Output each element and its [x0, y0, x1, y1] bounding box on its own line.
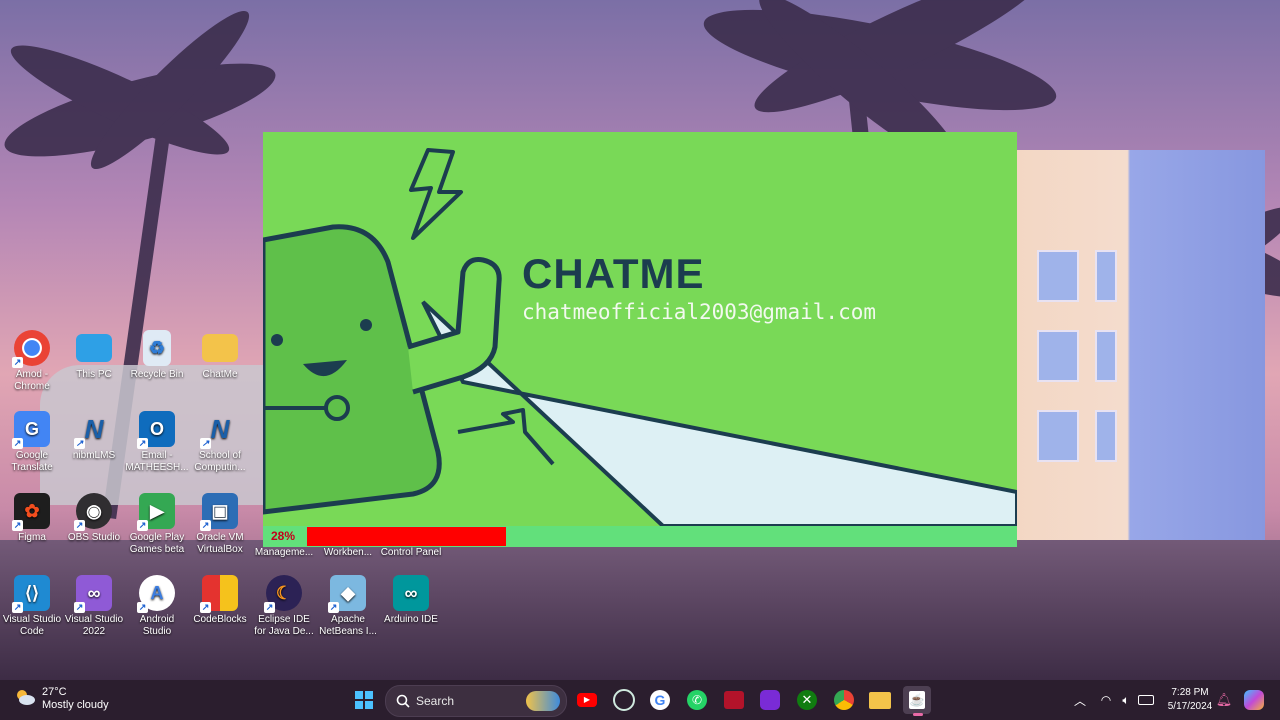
splash-title: CHATME: [522, 250, 705, 297]
desktop-icon-oracle-vm[interactable]: ▣ ↗ Oracle VM VirtualBox: [188, 493, 252, 556]
n-logo-icon: N ↗: [74, 414, 104, 449]
visual-studio-icon: ∞ ↗: [74, 575, 112, 613]
icon-label: Arduino IDE: [384, 614, 438, 625]
desktop-icon-netbeans[interactable]: ◆ ↗ Apache NetBeans I...: [316, 575, 380, 638]
n-logo-icon: N ↗: [200, 414, 230, 449]
icon-label: Workben...: [323, 547, 373, 558]
desktop-icon-visual-studio[interactable]: ∞ ↗ Visual Studio 2022: [62, 575, 126, 638]
icon-label: Control Panel: [380, 547, 442, 558]
search-icon: [396, 694, 410, 708]
arduino-icon: ∞: [393, 575, 429, 611]
android-studio-icon: A ↗: [137, 575, 175, 613]
chatgpt-icon[interactable]: [610, 686, 638, 714]
chrome-icon: ↗: [12, 330, 50, 368]
whatsapp-icon[interactable]: ✆: [683, 686, 711, 714]
icon-label: Visual Studio 2022: [64, 614, 124, 637]
java-app-icon[interactable]: ☕: [903, 686, 931, 716]
taskbar-search-box[interactable]: Search: [385, 685, 567, 717]
monitor-icon: [76, 334, 112, 362]
app-red-icon[interactable]: [720, 686, 748, 714]
desktop-icon-obs-studio[interactable]: ◉ ↗ OBS Studio: [62, 493, 126, 544]
icon-label: School of Computin...: [194, 450, 246, 473]
icon-label: CodeBlocks: [193, 614, 247, 625]
icon-label: Google Translate: [11, 450, 53, 473]
loading-progress-bar: 28%: [263, 526, 1017, 547]
outlook-icon: O ↗: [137, 411, 175, 449]
desktop-icon-recycle-bin[interactable]: ♻ Recycle Bin: [125, 330, 189, 381]
file-explorer-icon[interactable]: [866, 686, 894, 714]
chrome-icon[interactable]: [830, 686, 858, 714]
desktop-icon-eclipse[interactable]: ☾ ↗ Eclipse IDE for Java De...: [252, 575, 316, 638]
translate-icon: G ↗: [12, 411, 50, 449]
desktop-icon-google-translate[interactable]: G ↗ Google Translate: [0, 411, 64, 474]
splash-email: chatmeofficial2003@gmail.com: [522, 300, 877, 324]
netbeans-icon: ◆ ↗: [328, 575, 366, 613]
building-illustration: [1015, 150, 1265, 570]
codeblocks-icon: ↗: [200, 575, 238, 613]
vscode-icon: ⟨⟩ ↗: [12, 575, 50, 613]
icon-label: Email - MATHEESH...: [125, 450, 189, 473]
icon-label: nibmLMS: [72, 450, 116, 461]
search-highlight-icon: [526, 691, 560, 711]
progress-percent: 28%: [271, 529, 296, 543]
desktop-icon-chatme[interactable]: ChatMe: [188, 330, 252, 381]
icon-label: Figma: [18, 532, 46, 543]
app-purple-icon[interactable]: [756, 686, 784, 714]
search-label: Search: [416, 694, 455, 708]
virtualbox-icon: ▣ ↗: [200, 493, 238, 531]
desktop: ↗ Amod - Chrome This PC ♻ Recycle Bin Ch…: [0, 0, 1280, 680]
icon-label: Recycle Bin: [130, 369, 184, 380]
figma-icon: ✿ ↗: [12, 493, 50, 531]
play-games-icon: ▶ ↗: [137, 493, 175, 531]
copilot-icon[interactable]: [1240, 686, 1268, 714]
recycle-bin-icon: ♻: [143, 330, 171, 366]
progress-track: [307, 527, 1017, 546]
desktop-icon-this-pc[interactable]: This PC: [62, 330, 126, 381]
icon-label: This PC: [76, 369, 112, 380]
desktop-icon-arduino[interactable]: ∞ Arduino IDE: [379, 575, 443, 626]
xbox-icon[interactable]: ✕: [793, 686, 821, 714]
desktop-icon-nibmlms[interactable]: N ↗ nibmLMS: [62, 411, 126, 462]
icon-label: Visual Studio Code: [2, 614, 62, 637]
icon-label: Oracle VM VirtualBox: [196, 532, 244, 555]
desktop-icon-google-play-games[interactable]: ▶ ↗ Google Play Games beta: [125, 493, 189, 556]
chevron-up-icon[interactable]: ︿: [1066, 686, 1094, 714]
icon-label: Manageme...: [254, 547, 314, 558]
folder-icon: [202, 334, 238, 362]
notification-bell-icon[interactable]: 🔔︎: [1210, 686, 1238, 714]
desktop-icon-vscode[interactable]: ⟨⟩ ↗ Visual Studio Code: [0, 575, 64, 638]
icon-label: ChatMe: [202, 369, 238, 380]
icon-label: Amod - Chrome: [14, 369, 50, 392]
mascot-illustration: [263, 148, 1017, 526]
youtube-icon[interactable]: ▶: [573, 686, 601, 714]
desktop-icon-email[interactable]: O ↗ Email - MATHEESH...: [125, 411, 189, 474]
desktop-icon-android-studio[interactable]: A ↗ Android Studio: [125, 575, 189, 638]
obs-icon: ◉ ↗: [74, 493, 112, 531]
icon-label: OBS Studio: [67, 532, 121, 543]
chatme-splash-window: CHATME chatmeofficial2003@gmail.com 28%: [263, 132, 1017, 547]
desktop-icon-workbench[interactable]: Workben...: [316, 547, 380, 559]
desktop-icon-figma[interactable]: ✿ ↗ Figma: [0, 493, 64, 544]
weather-temp: 27°C: [42, 686, 67, 698]
eclipse-icon: ☾ ↗: [264, 575, 302, 613]
cloud-sun-icon: [17, 690, 35, 705]
windows-start-icon[interactable]: [350, 686, 378, 714]
google-icon[interactable]: G: [646, 686, 674, 714]
desktop-icon-codeblocks[interactable]: ↗ CodeBlocks: [188, 575, 252, 626]
icon-label: Apache NetBeans I...: [319, 614, 377, 637]
desktop-icon-school-of-computing[interactable]: N ↗ School of Computin...: [188, 411, 252, 474]
desktop-icon-chrome[interactable]: ↗ Amod - Chrome: [0, 330, 64, 393]
icon-label: Android Studio: [139, 614, 175, 637]
weather-condition: Mostly cloudy: [42, 699, 109, 711]
battery-icon[interactable]: [1132, 686, 1160, 714]
icon-label: Eclipse IDE for Java De...: [254, 614, 314, 637]
icon-label: Google Play Games beta: [129, 532, 185, 555]
progress-fill: [307, 527, 506, 546]
taskbar: 27°C Mostly cloudy Search ▶ G ✆ ✕ ☕ ︿ ◠ …: [0, 680, 1280, 720]
desktop-icon-control-panel[interactable]: Control Panel: [379, 547, 443, 559]
desktop-icon-management[interactable]: Manageme...: [252, 547, 316, 559]
